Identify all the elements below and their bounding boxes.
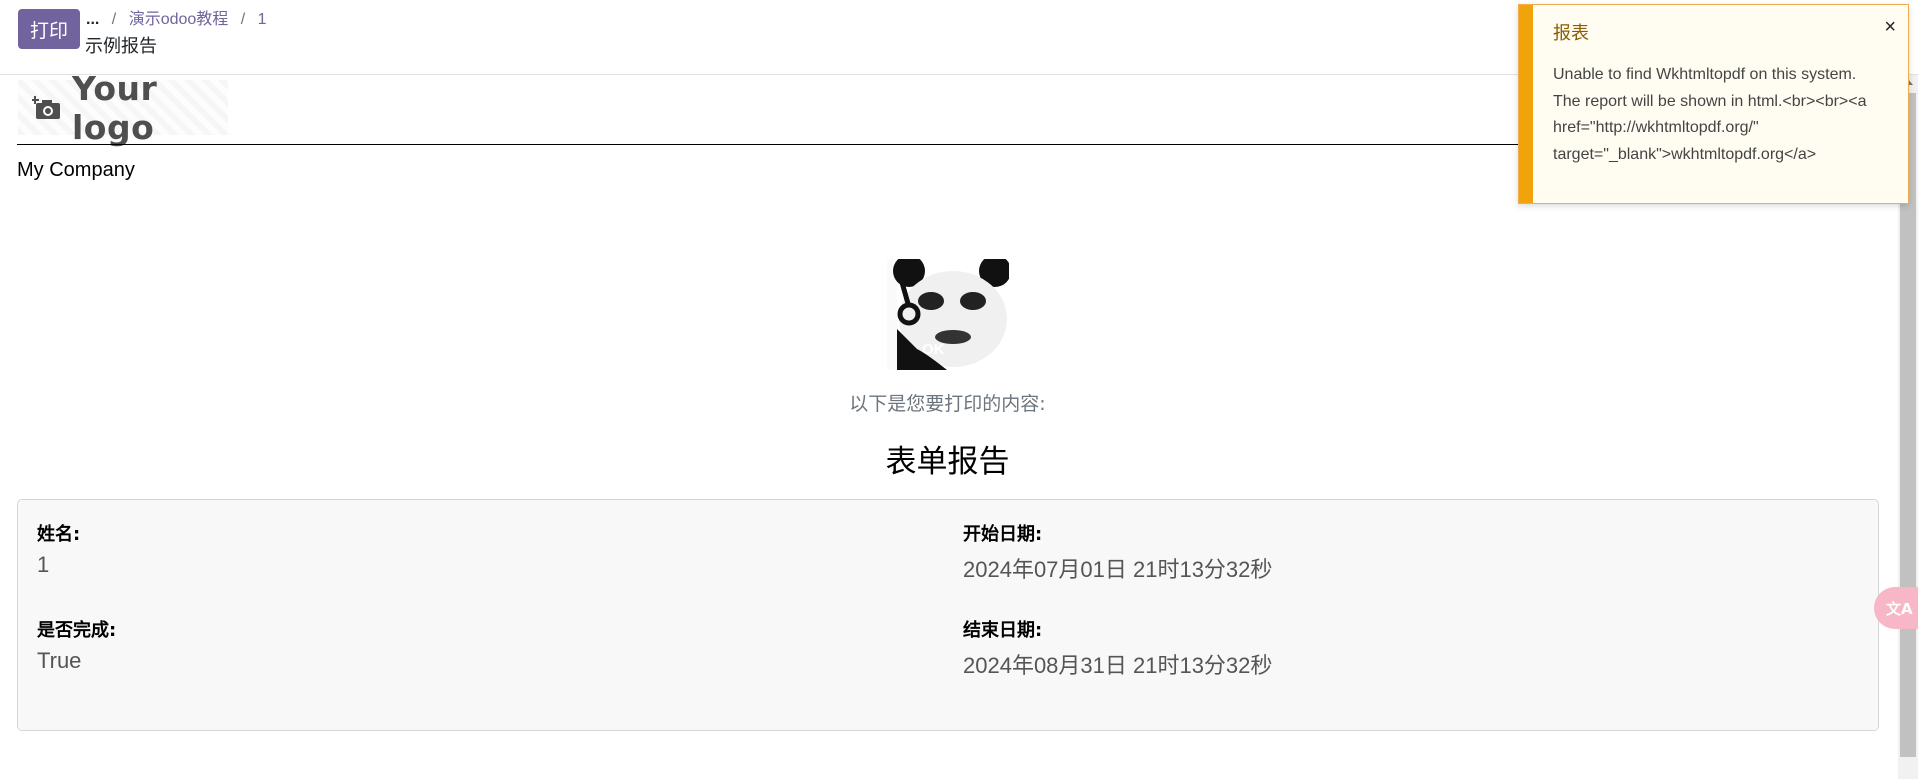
company-name: My Company <box>17 159 135 181</box>
breadcrumb-separator: / <box>240 11 246 28</box>
breadcrumb-separator: / <box>111 11 117 28</box>
breadcrumb-current: 示例报告 <box>85 36 157 57</box>
translate-icon: 文A <box>1886 599 1913 618</box>
logo-text: Your logo <box>72 68 158 147</box>
field-start-date: 开始日期: 2024年07月01日 21时13分32秒 <box>963 520 1272 584</box>
field-name: 姓名: 1 <box>37 520 80 578</box>
intro-text: 以下是您要打印的内容: <box>849 393 1046 415</box>
notification-title: 报表 <box>1553 23 1589 44</box>
breadcrumb-item-record[interactable]: 1 <box>258 11 267 28</box>
breadcrumb-item-tutorial[interactable]: 演示odoo教程 <box>129 11 229 28</box>
notification-message: Unable to find Wkhtmltopdf on this syste… <box>1553 66 1867 163</box>
field-value: True <box>37 648 82 673</box>
camera-plus-icon <box>31 95 62 120</box>
field-label: 结束日期: <box>963 620 1043 641</box>
field-value: 2024年07月01日 21时13分32秒 <box>963 557 1273 582</box>
field-end-date: 结束日期: 2024年08月31日 21时13分32秒 <box>963 616 1272 680</box>
meme-caption: OK <box>922 341 945 358</box>
breadcrumb-ellipsis[interactable]: ... <box>86 11 99 28</box>
fields-panel: 姓名: 1 开始日期: 2024年07月01日 21时13分32秒 是否完成: … <box>17 499 1879 731</box>
field-value: 2024年08月31日 21时13分32秒 <box>963 653 1273 678</box>
notification-toast: 报表 × Unable to find Wkhtmltopdf on this … <box>1518 4 1909 204</box>
company-logo: Your logo <box>18 69 228 147</box>
report-title: 表单报告 <box>885 444 1010 480</box>
warning-accent-bar <box>1519 5 1533 203</box>
breadcrumb: ... / 演示odoo教程 / 1 <box>86 5 267 29</box>
field-is-done: 是否完成: True <box>37 616 116 674</box>
field-label: 是否完成: <box>37 620 117 641</box>
field-label: 开始日期: <box>963 524 1043 545</box>
field-value: 1 <box>37 552 50 577</box>
print-button[interactable]: 打印 <box>18 9 80 49</box>
close-icon[interactable]: × <box>1884 17 1896 37</box>
meme-image: OK <box>887 255 1011 370</box>
translate-button[interactable]: 文A <box>1874 587 1918 629</box>
field-label: 姓名: <box>37 524 81 545</box>
